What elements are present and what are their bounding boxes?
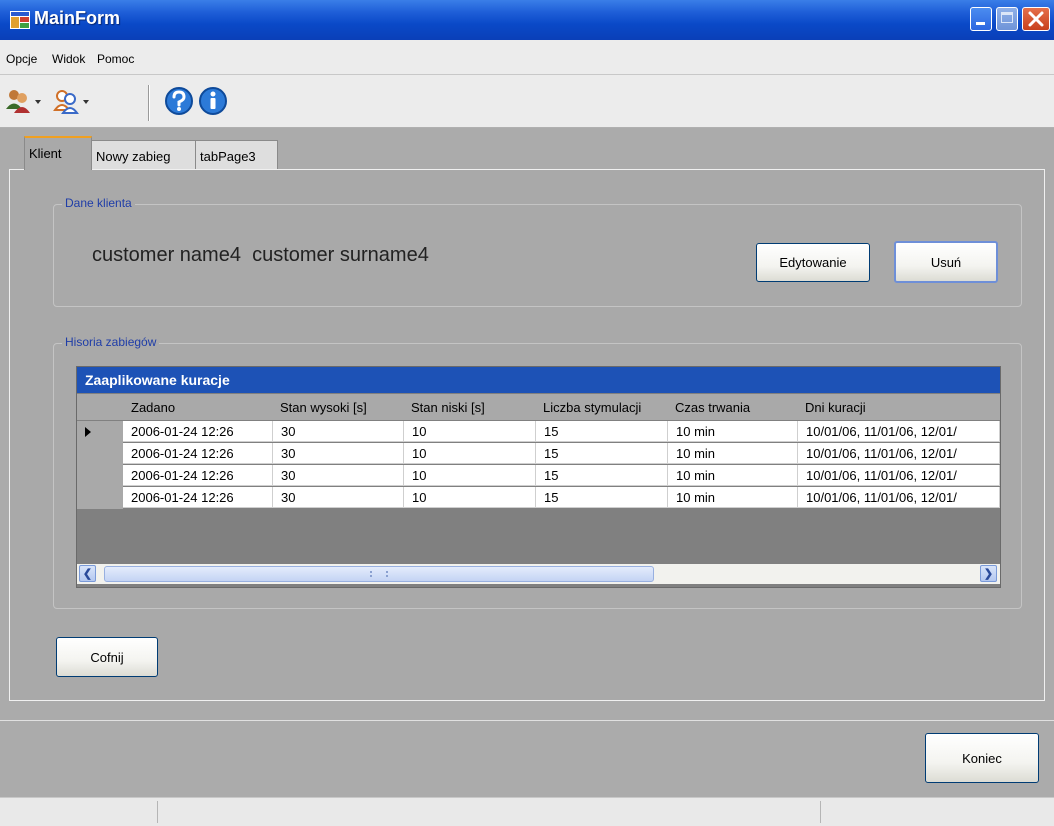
chevron-left-icon: ❮ xyxy=(82,568,93,580)
row-header[interactable] xyxy=(77,465,123,487)
clients-icon xyxy=(6,90,30,113)
history-group-title: Hisoria zabiegów xyxy=(62,335,160,349)
delete-button[interactable]: Usuń xyxy=(894,241,998,283)
minimize-button[interactable] xyxy=(970,7,992,31)
scroll-left-button[interactable]: ❮ xyxy=(79,565,96,582)
cell-zadano[interactable]: 2006-01-24 12:26 xyxy=(123,443,273,464)
toolbar xyxy=(0,75,1054,128)
title-bar[interactable]: MainForm xyxy=(0,0,1054,40)
column-header-dni-kuracji[interactable]: Dni kuracji xyxy=(805,400,866,415)
cell-czas-trwania[interactable]: 10 min xyxy=(668,421,798,442)
window-title: MainForm xyxy=(34,8,121,28)
chevron-right-icon: ❯ xyxy=(983,568,994,580)
cell-zadano[interactable]: 2006-01-24 12:26 xyxy=(123,421,273,442)
grid-caption: Zaaplikowane kuracje xyxy=(77,367,1000,393)
cell-dni-kuracji[interactable]: 10/01/06, 11/01/06, 12/01/ xyxy=(798,465,1000,486)
current-row-indicator-icon xyxy=(85,427,91,437)
customer-group-dropdown-button[interactable] xyxy=(52,87,89,115)
close-button[interactable] xyxy=(1022,7,1050,31)
tab-klient[interactable]: Klient xyxy=(24,136,92,170)
cell-stan-wysoki[interactable]: 30 xyxy=(273,421,404,442)
cell-czas-trwania[interactable]: 10 min xyxy=(668,465,798,486)
cell-dni-kuracji[interactable]: 10/01/06, 11/01/06, 12/01/ xyxy=(798,443,1000,464)
cell-stan-niski[interactable]: 10 xyxy=(404,487,536,508)
table-row[interactable]: 2006-01-24 12:26 30 10 15 10 min 10/01/0… xyxy=(77,421,1000,443)
table-row[interactable]: 2006-01-24 12:26 30 10 15 10 min 10/01/0… xyxy=(77,465,1000,487)
column-header-czas-trwania[interactable]: Czas trwania xyxy=(675,400,750,415)
grid-header: Zadano Stan wysoki [s] Stan niski [s] Li… xyxy=(77,394,1000,420)
horizontal-scrollbar[interactable]: ❮ ❯ xyxy=(77,564,1000,584)
app-icon xyxy=(10,11,30,29)
column-header-zadano[interactable]: Zadano xyxy=(131,400,175,415)
cell-stan-niski[interactable]: 10 xyxy=(404,465,536,486)
cell-stan-niski[interactable]: 10 xyxy=(404,443,536,464)
cell-zadano[interactable]: 2006-01-24 12:26 xyxy=(123,465,273,486)
cell-czas-trwania[interactable]: 10 min xyxy=(668,487,798,508)
menu-widok[interactable]: Widok xyxy=(52,52,85,66)
cell-liczba-stymulacji[interactable]: 15 xyxy=(536,465,668,486)
customer-name: customer name4 xyxy=(92,244,241,266)
cell-dni-kuracji[interactable]: 10/01/06, 11/01/06, 12/01/ xyxy=(798,421,1000,442)
status-divider xyxy=(157,801,158,823)
clients-dropdown-button[interactable] xyxy=(4,87,42,115)
scroll-right-button[interactable]: ❯ xyxy=(980,565,997,582)
row-header[interactable] xyxy=(77,487,123,509)
column-header-stan-wysoki[interactable]: Stan wysoki [s] xyxy=(280,400,367,415)
grip-icon xyxy=(370,571,388,577)
cell-liczba-stymulacji[interactable]: 15 xyxy=(536,487,668,508)
help-icon[interactable] xyxy=(164,86,194,116)
menu-bar: Opcje Widok Pomoc xyxy=(0,40,1054,75)
cell-liczba-stymulacji[interactable]: 15 xyxy=(536,443,668,464)
client-data-group-title: Dane klienta xyxy=(62,196,135,210)
row-header[interactable] xyxy=(77,443,123,465)
menu-opcje[interactable]: Opcje xyxy=(6,52,37,66)
close-icon xyxy=(1028,11,1044,27)
cell-czas-trwania[interactable]: 10 min xyxy=(668,443,798,464)
cell-stan-wysoki[interactable]: 30 xyxy=(273,487,404,508)
status-bar xyxy=(0,797,1054,826)
customer-surname: customer surname4 xyxy=(252,244,429,266)
status-divider xyxy=(820,801,821,823)
bottom-panel xyxy=(0,720,1054,798)
cell-zadano[interactable]: 2006-01-24 12:26 xyxy=(123,487,273,508)
cell-stan-wysoki[interactable]: 30 xyxy=(273,443,404,464)
scrollbar-thumb[interactable] xyxy=(104,566,654,582)
toolbar-separator xyxy=(148,85,149,121)
row-header[interactable] xyxy=(77,421,123,443)
customer-full-name: customer name4 customer surname4 xyxy=(92,244,429,267)
cell-stan-niski[interactable]: 10 xyxy=(404,421,536,442)
column-header-liczba-stymulacji[interactable]: Liczba stymulacji xyxy=(543,400,641,415)
tab-nowy-zabieg[interactable]: Nowy zabieg xyxy=(91,140,196,169)
column-header-stan-niski[interactable]: Stan niski [s] xyxy=(411,400,485,415)
cell-stan-wysoki[interactable]: 30 xyxy=(273,465,404,486)
info-icon[interactable] xyxy=(198,86,228,116)
menu-pomoc[interactable]: Pomoc xyxy=(97,52,134,66)
cell-liczba-stymulacji[interactable]: 15 xyxy=(536,421,668,442)
table-row[interactable]: 2006-01-24 12:26 30 10 15 10 min 10/01/0… xyxy=(77,487,1000,509)
edit-button[interactable]: Edytowanie xyxy=(756,243,870,282)
end-button[interactable]: Koniec xyxy=(925,733,1039,783)
customer-group-icon xyxy=(53,90,79,114)
maximize-button[interactable] xyxy=(996,7,1018,31)
tab-tabpage3[interactable]: tabPage3 xyxy=(195,140,278,169)
cell-dni-kuracji[interactable]: 10/01/06, 11/01/06, 12/01/ xyxy=(798,487,1000,508)
back-button[interactable]: Cofnij xyxy=(56,637,158,677)
treatments-grid[interactable]: Zaaplikowane kuracje Zadano Stan wysoki … xyxy=(76,366,1001,588)
table-row[interactable]: 2006-01-24 12:26 30 10 15 10 min 10/01/0… xyxy=(77,443,1000,465)
